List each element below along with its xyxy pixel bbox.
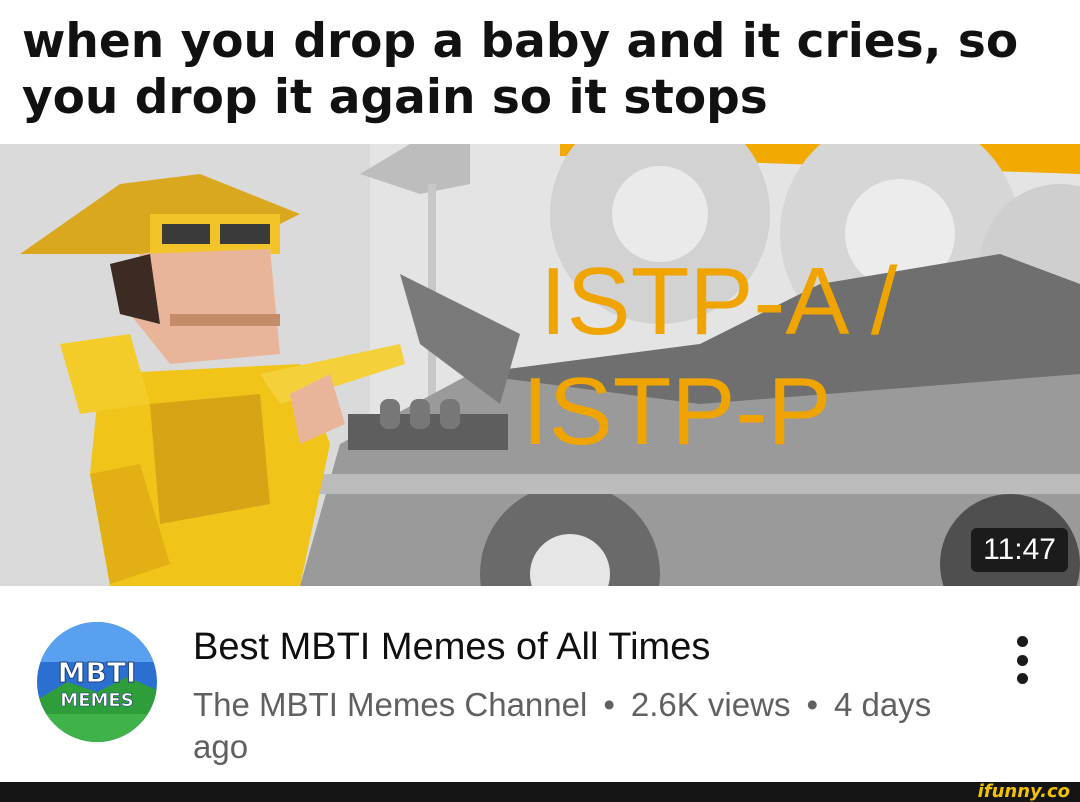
meta-separator: •: [603, 686, 615, 723]
channel-name[interactable]: The MBTI Memes Channel: [193, 686, 587, 723]
meme-caption: when you drop a baby and it cries, so yo…: [22, 14, 1019, 125]
video-duration-badge: 11:47: [971, 528, 1068, 572]
video-metadata: The MBTI Memes Channel • 2.6K views • 4 days…: [193, 684, 953, 768]
more-vert-icon[interactable]: [1002, 632, 1042, 688]
channel-avatar[interactable]: MBTI MEMES: [37, 622, 157, 742]
view-count: 2.6K views: [630, 686, 791, 723]
meta-separator: •: [806, 686, 819, 723]
thumbnail-text-line1: ISTP-A /: [540, 248, 898, 355]
ifunny-watermark: ifunny.co: [977, 781, 1070, 802]
thumbnail-text-line2: ISTP-P: [522, 358, 831, 465]
avatar-text-line2: MEMES: [60, 690, 133, 711]
video-thumbnail[interactable]: ISTP-A / ISTP-P 11:47: [0, 144, 1080, 586]
thumbnail-illustration: ISTP-A / ISTP-P: [0, 144, 1080, 586]
watermark-bar: ifunny.co: [0, 782, 1080, 802]
video-title[interactable]: Best MBTI Memes of All Times: [193, 625, 710, 669]
avatar-text-line1: MBTI: [58, 656, 137, 689]
